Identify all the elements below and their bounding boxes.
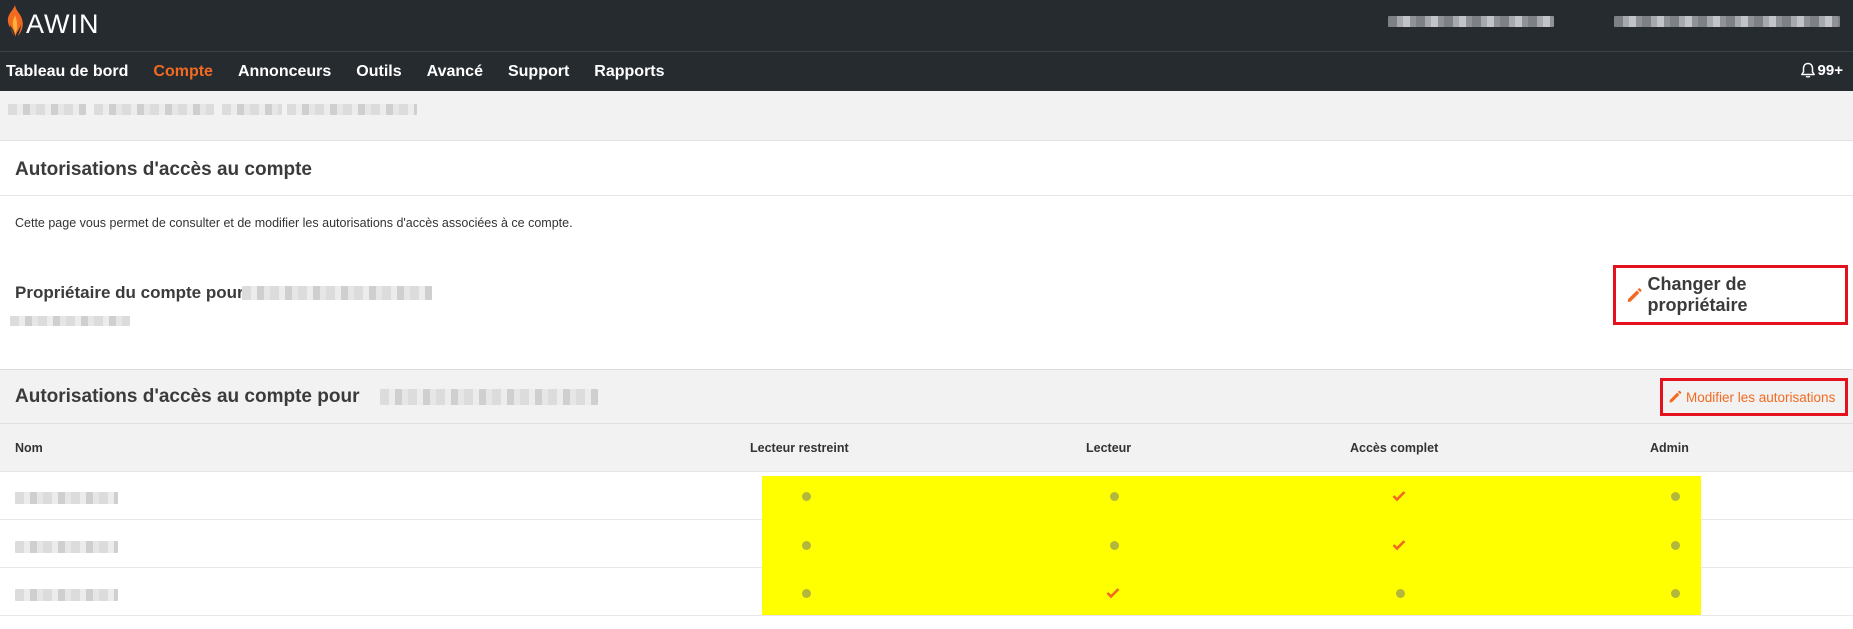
nav-item-rapports[interactable]: Rapports [594,63,664,81]
column-header-admin: Admin [1650,441,1689,455]
top-header: AWIN [0,0,1853,52]
awin-logo[interactable]: AWIN [4,4,100,44]
access-permissions-card: Autorisations d'accès au compte Cette pa… [0,141,1853,369]
nav-item-avanc-[interactable]: Avancé [427,63,483,81]
change-owner-label: Changer de propriétaire [1647,274,1748,315]
user-name-redacted [15,589,118,601]
no-permission-dot-icon [802,589,811,598]
owner-name-redacted [10,316,130,326]
account-selector-redacted[interactable] [1614,16,1840,27]
user-name-redacted [15,541,118,553]
pencil-icon [1627,287,1642,302]
user-name-redacted [15,492,118,504]
no-permission-dot-icon [802,492,811,501]
nav-item-tableau-de-bord[interactable]: Tableau de bord [6,63,128,81]
notifications-button[interactable]: 99+ [1800,62,1843,79]
checkmark-icon [1106,588,1120,599]
divider [0,195,1853,196]
modify-permissions-label: Modifier les autorisations [1686,389,1836,405]
main-navigation: Tableau de bord Compte Annonceurs Outils Ava… [0,52,1853,91]
no-permission-dot-icon [1671,589,1680,598]
page-description: Cette page vous permet de consulter et d… [15,216,573,230]
nav-item-compte[interactable]: Compte [153,63,213,81]
breadcrumb-item[interactable] [287,104,417,115]
owner-account-redacted [242,286,432,300]
no-permission-dot-icon [1671,541,1680,550]
no-permission-dot-icon [802,541,811,550]
no-permission-dot-icon [1671,492,1680,501]
permissions-section-header: Autorisations d'accès au compte pour [0,369,1853,424]
breadcrumb [0,91,1853,141]
change-owner-button[interactable]: Changer de propriétaire [1613,265,1848,325]
column-header-reader: Lecteur [1086,441,1132,455]
breadcrumb-item[interactable] [222,104,282,115]
column-header-restricted-reader: Lecteur restreint [750,441,849,455]
no-permission-dot-icon [1110,492,1119,501]
account-name-redacted [380,389,598,405]
breadcrumb-item[interactable] [8,104,86,115]
breadcrumb-item[interactable] [94,104,214,115]
pencil-icon [1669,390,1682,403]
checkmark-icon [1392,491,1406,502]
column-header-full-access: Accès complet [1350,441,1439,455]
flame-logo-icon [7,5,23,37]
no-permission-dot-icon [1110,541,1119,550]
modify-permissions-button[interactable]: Modifier les autorisations [1660,378,1848,416]
checkmark-icon [1392,540,1406,551]
page-title: Autorisations d'accès au compte [15,159,312,180]
column-header-name: Nom [15,441,43,455]
nav-item-outils[interactable]: Outils [356,63,401,81]
bell-icon [1800,62,1815,78]
account-owner-label: Propriétaire du compte pour [15,283,244,302]
permissions-title: Autorisations d'accès au compte pour [15,386,360,407]
nav-item-support[interactable]: Support [508,63,569,81]
nav-item-annonceurs[interactable]: Annonceurs [238,63,331,81]
user-name-redacted[interactable] [1388,16,1554,27]
notification-count: 99+ [1817,62,1843,79]
logo-text: AWIN [26,8,100,39]
no-permission-dot-icon [1396,589,1405,598]
highlight-overlay [762,476,1701,615]
permissions-table-header: Nom Lecteur restreint Lecteur Accès comp… [0,424,1853,472]
